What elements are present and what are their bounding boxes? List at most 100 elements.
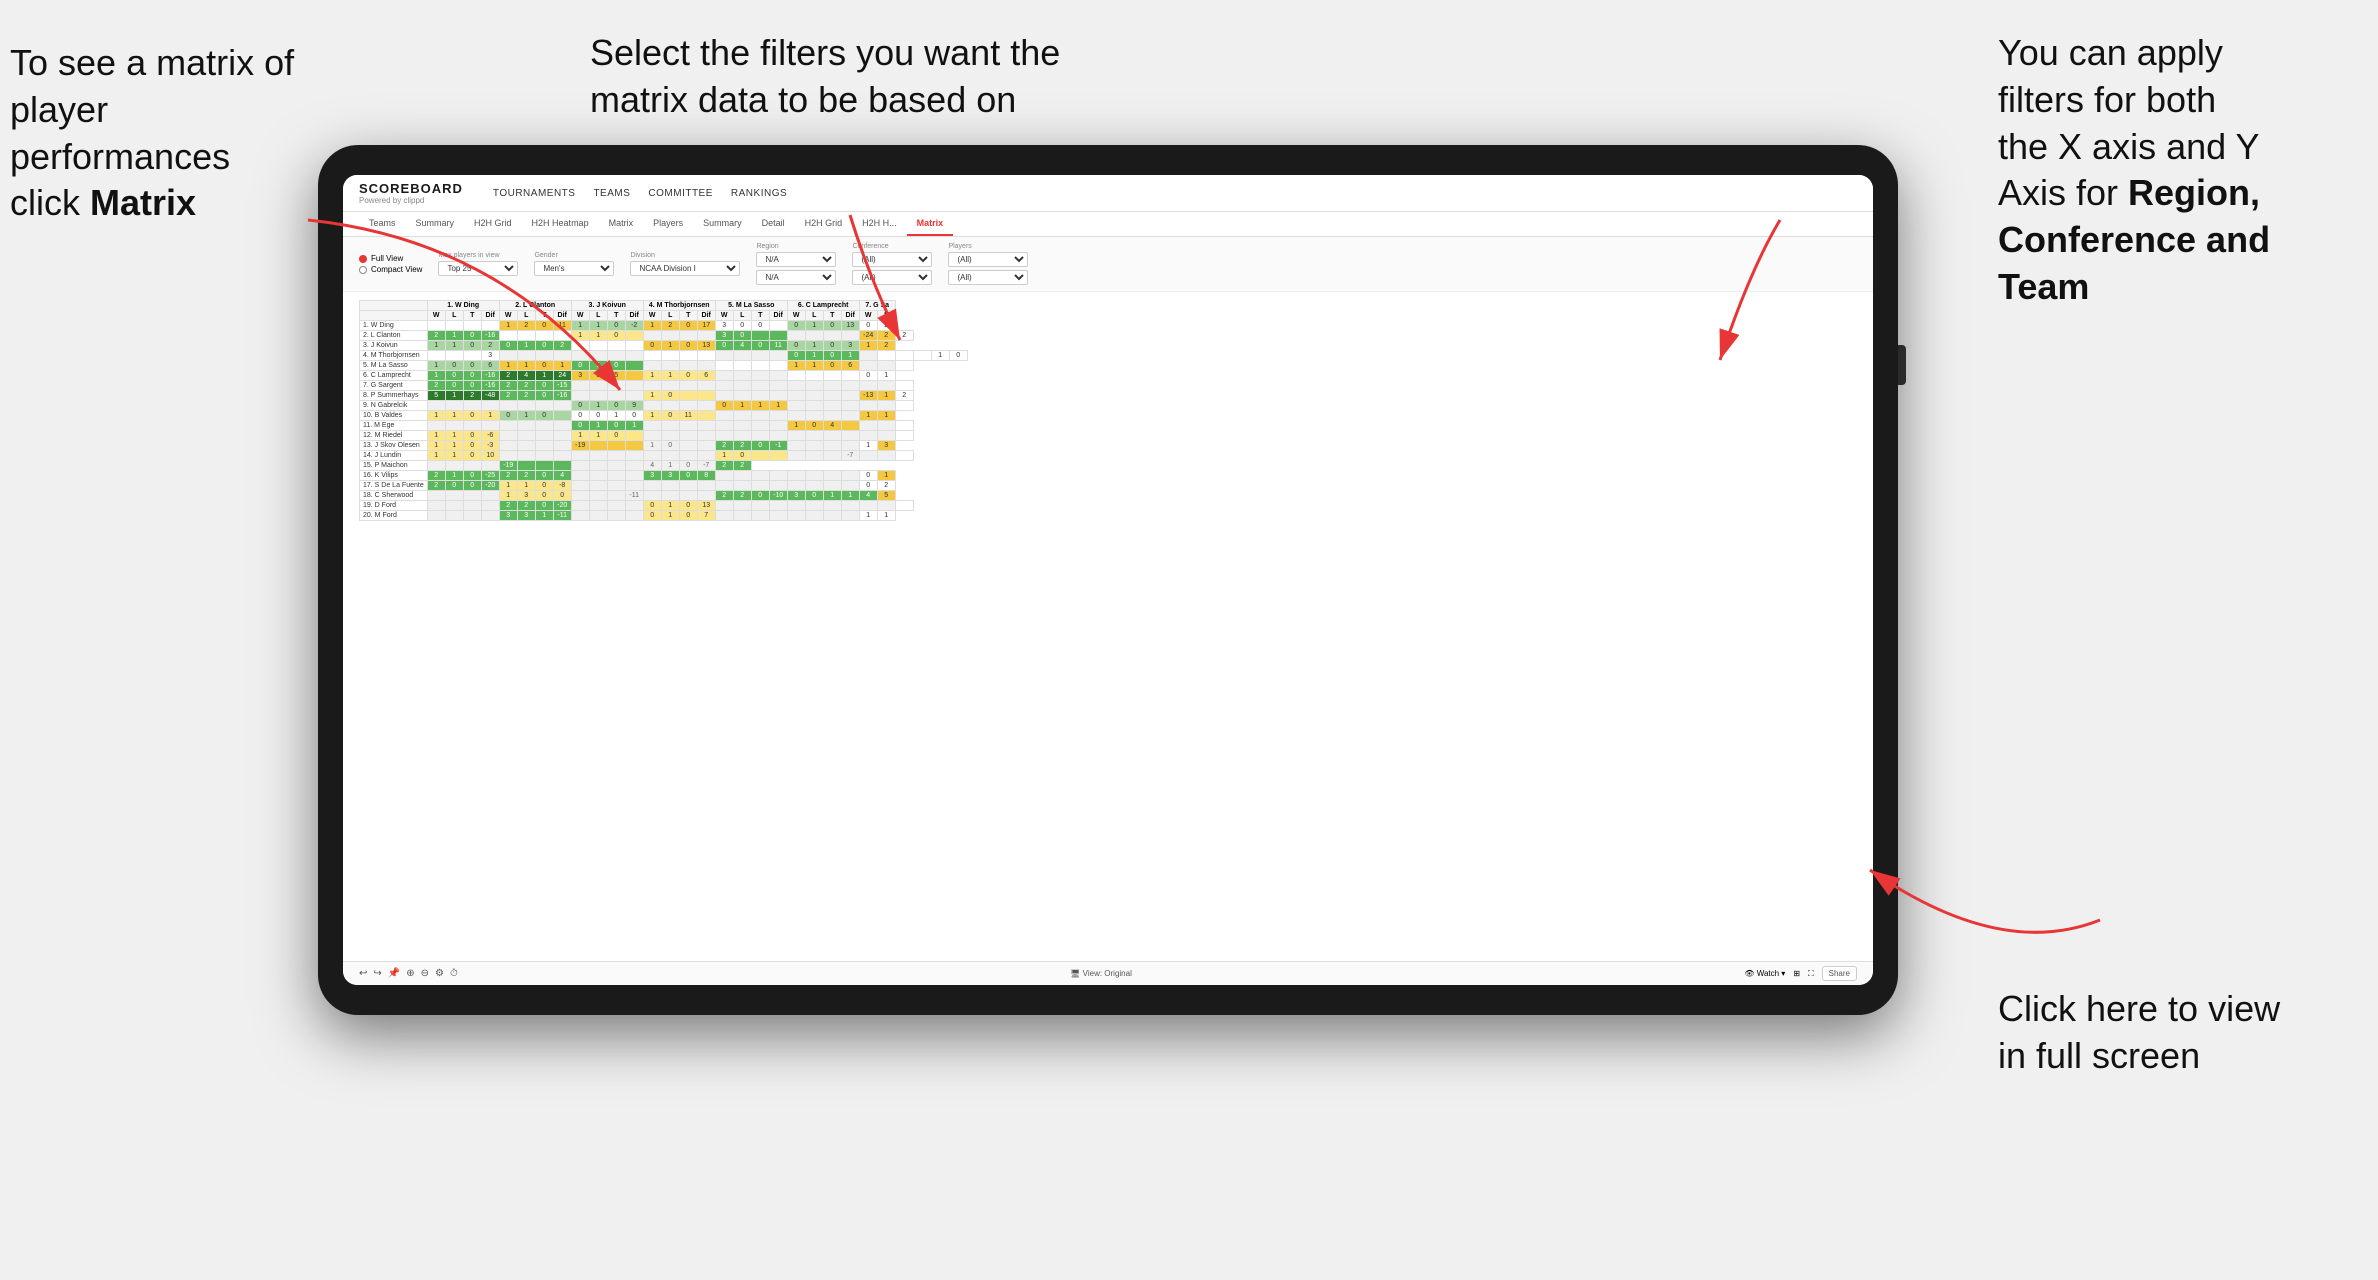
cell-14-0: [427, 461, 445, 471]
tab-h2h-grid[interactable]: H2H Grid: [464, 212, 522, 236]
cell-13-14: [679, 451, 697, 461]
cell-2-9: [589, 341, 607, 351]
tab-h2h-heatmap[interactable]: H2H Heatmap: [522, 212, 599, 236]
cell-5-8: 3: [571, 371, 589, 381]
tab-teams[interactable]: Teams: [359, 212, 406, 236]
navbar: SCOREBOARD Powered by clippd TOURNAMENTS…: [343, 175, 1873, 212]
nav-tournaments[interactable]: TOURNAMENTS: [493, 188, 576, 199]
cell-17-8: [571, 491, 589, 501]
cell-13-17: 0: [733, 451, 751, 461]
cell-8-0: [427, 401, 445, 411]
cell-19-18: [751, 511, 769, 521]
cell-7-9: [589, 391, 607, 401]
cell-2-14: 0: [679, 341, 697, 351]
main-content[interactable]: 1. W Ding 2. L Clanton 3. J Koivun 4. M …: [343, 292, 1873, 961]
compact-view-label: Compact View: [371, 265, 422, 274]
players-select[interactable]: (All): [948, 252, 1028, 267]
region-select-2[interactable]: N/A: [756, 270, 836, 285]
cell-17-5: 3: [517, 491, 535, 501]
cell-14-2: [463, 461, 481, 471]
gender-select[interactable]: Men's: [534, 261, 614, 276]
cell-3-2: [463, 351, 481, 361]
tab-players[interactable]: Players: [643, 212, 693, 236]
cell-0-13: 2: [661, 321, 679, 331]
cell-15-7: 4: [553, 471, 571, 481]
conference-select[interactable]: (All): [852, 252, 932, 267]
cell-13-20: [787, 451, 805, 461]
cell-3-3: 3: [481, 351, 499, 361]
tab-matrix-active[interactable]: Matrix: [907, 212, 954, 236]
tab-h2h-grid-2[interactable]: H2H Grid: [795, 212, 853, 236]
nav-teams[interactable]: TEAMS: [593, 188, 630, 199]
cell-8-5: [517, 401, 535, 411]
conference-select-2[interactable]: (All): [852, 270, 932, 285]
region-select[interactable]: N/A: [756, 252, 836, 267]
annotation-center: Select the filters you want thematrix da…: [590, 30, 1110, 124]
settings-icon[interactable]: ⚙: [435, 968, 444, 979]
timer-icon[interactable]: ⏱: [450, 968, 458, 979]
cell-14-9: [589, 461, 607, 471]
cell-12-6: [535, 441, 553, 451]
tablet-side-button[interactable]: [1898, 345, 1906, 385]
compact-view-radio[interactable]: [359, 266, 367, 274]
division-select[interactable]: NCAA Division I: [630, 261, 740, 276]
watch-label[interactable]: 👁 Watch ▾: [1744, 969, 1785, 978]
cell-18-25: [877, 501, 895, 511]
zoom-out-icon[interactable]: ⊖: [421, 968, 429, 979]
cell-8-18: 1: [751, 401, 769, 411]
cell-2-5: 1: [517, 341, 535, 351]
cell-1-20: [787, 331, 805, 341]
col-header-6: 6. C Lamprecht: [787, 301, 859, 311]
undo-icon[interactable]: ↩: [359, 968, 367, 979]
nav-committee[interactable]: COMMITTEE: [648, 188, 713, 199]
cell-5-6: 1: [535, 371, 553, 381]
cell-2-11: [625, 341, 643, 351]
cell-16-13: [661, 481, 679, 491]
cell-4-7: 1: [553, 361, 571, 371]
nav-rankings[interactable]: RANKINGS: [731, 188, 787, 199]
cell-8-3: [481, 401, 499, 411]
pin-icon[interactable]: 📌: [388, 968, 400, 979]
players-select-2[interactable]: (All): [948, 270, 1028, 285]
cell-2-2: 0: [463, 341, 481, 351]
cell-3-11: [625, 351, 643, 361]
player-name-5: 6. C Lamprecht: [360, 371, 428, 381]
redo-icon[interactable]: ↪: [373, 968, 381, 979]
sub-nav: Teams Summary H2H Grid H2H Heatmap Matri…: [343, 212, 1873, 237]
cell-19-17: [733, 511, 751, 521]
zoom-in-icon[interactable]: ⊕: [406, 968, 414, 979]
cell-1-7: [553, 331, 571, 341]
max-players-select[interactable]: Top 25: [438, 261, 518, 276]
grid-icon[interactable]: ⊞: [1793, 969, 1800, 978]
cell-5-18: [751, 371, 769, 381]
cell-15-2: 0: [463, 471, 481, 481]
full-view-option[interactable]: Full View: [359, 254, 422, 263]
share-button[interactable]: Share: [1822, 966, 1857, 981]
player-name-1: 2. L Clanton: [360, 331, 428, 341]
cell-1-13: [661, 331, 679, 341]
cell-0-0: [427, 321, 445, 331]
tab-detail[interactable]: Detail: [752, 212, 795, 236]
cell-17-4: 1: [499, 491, 517, 501]
tab-h2h-h[interactable]: H2H H...: [852, 212, 907, 236]
cell-14-14: 0: [679, 461, 697, 471]
cell-2-24: 1: [859, 341, 877, 351]
filter-division: Division NCAA Division I: [630, 252, 740, 276]
cell-1-18: [751, 331, 769, 341]
tab-matrix-1[interactable]: Matrix: [599, 212, 644, 236]
cell-11-14: [679, 431, 697, 441]
full-view-radio[interactable]: [359, 255, 367, 263]
cell-9-1: 1: [445, 411, 463, 421]
cell-8-23: [841, 401, 859, 411]
h-dif5: Dif: [769, 311, 787, 321]
cell-5-23: [841, 371, 859, 381]
cell-8-19: 1: [769, 401, 787, 411]
compact-view-option[interactable]: Compact View: [359, 265, 422, 274]
tab-summary-2[interactable]: Summary: [693, 212, 752, 236]
cell-18-11: [625, 501, 643, 511]
tab-summary[interactable]: Summary: [406, 212, 465, 236]
fullscreen-icon[interactable]: ⛶: [1808, 969, 1814, 979]
cell-2-19: 11: [769, 341, 787, 351]
cell-11-12: [643, 431, 661, 441]
cell-2-13: 1: [661, 341, 679, 351]
